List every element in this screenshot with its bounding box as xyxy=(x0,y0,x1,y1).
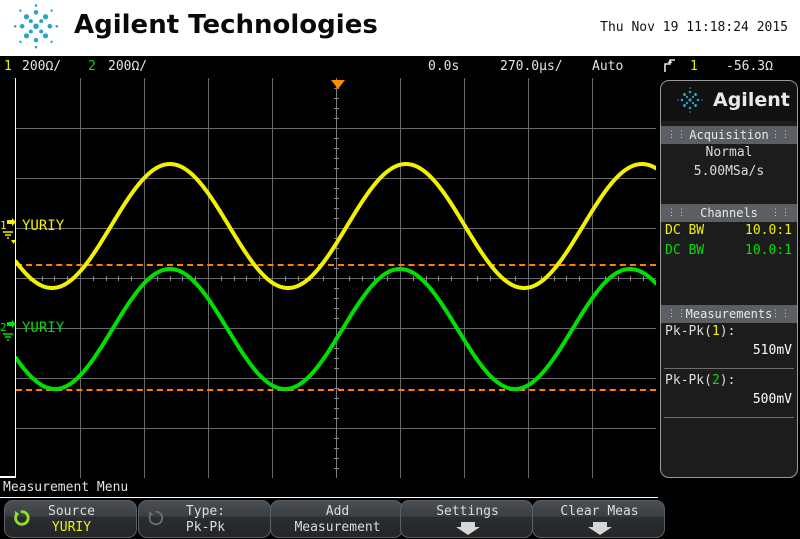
status-trigger-mode[interactable]: Auto xyxy=(592,59,623,74)
softkey-settings[interactable]: Settings xyxy=(400,500,533,538)
ch2-ground-marker-icon[interactable]: 2 xyxy=(0,320,16,346)
waveform-trace-ch2 xyxy=(16,266,656,392)
status-trigger-source[interactable]: 1 xyxy=(690,59,698,74)
brand-banner: Agilent Technologies Thu Nov 19 11:18:24… xyxy=(0,0,800,56)
softkey-label-primary: Source xyxy=(48,504,95,519)
status-ch2-scale[interactable]: 200Ω/ xyxy=(108,59,147,74)
sidebar-brand: Agilent xyxy=(661,81,797,121)
svg-text:2: 2 xyxy=(0,321,7,334)
softkey-clear-meas[interactable]: Clear Meas xyxy=(532,500,665,538)
measurement-2-channel: 2 xyxy=(711,373,720,388)
measurement-1-label-post: ): xyxy=(719,324,736,339)
softkey-label-secondary: Measurement xyxy=(294,520,381,535)
ch2-waveform-label: YURIY xyxy=(22,320,65,336)
graticule[interactable] xyxy=(16,78,656,478)
softkey-label-primary: Clear Meas xyxy=(560,504,639,519)
status-delay[interactable]: 0.0s xyxy=(428,59,459,74)
acquisition-mode: Normal xyxy=(705,145,753,160)
drag-dots-left-icon: ⋮⋮ xyxy=(667,130,687,140)
ch1-waveform-label: YURIY xyxy=(22,218,65,234)
measurement-1-channel: 1 xyxy=(711,324,720,339)
acquisition-section-header[interactable]: ⋮⋮ Acquisition ⋮⋮ xyxy=(661,126,797,144)
measurement-item[interactable]: Pk-Pk(1): 510mV xyxy=(661,324,797,366)
drag-dots-left-icon: ⋮⋮ xyxy=(667,208,687,218)
status-timebase[interactable]: 270.0µs/ xyxy=(500,59,563,74)
measurement-2-label-pre: Pk-Pk( xyxy=(665,373,712,388)
drag-dots-left-icon: ⋮⋮ xyxy=(667,309,687,319)
softkey-source[interactable]: Source YURIY xyxy=(4,500,137,538)
status-ch1-scale[interactable]: 200Ω/ xyxy=(22,59,61,74)
softkey-label-primary: Add xyxy=(325,504,350,519)
measurement-2-label-post: ): xyxy=(719,373,736,388)
measurement-2-value: 500mV xyxy=(752,392,792,407)
drag-dots-right-icon: ⋮⋮ xyxy=(771,309,791,319)
channel-row[interactable]: DC BW 10.0:1 xyxy=(661,223,797,243)
agilent-starburst-icon xyxy=(13,4,59,49)
status-trigger-level[interactable]: -56.3Ω xyxy=(726,59,773,74)
ch1-ground-marker-icon[interactable]: 1 xyxy=(0,218,16,244)
channels-section-header[interactable]: ⋮⋮ Channels ⋮⋮ xyxy=(661,204,797,222)
trigger-position-marker-icon[interactable] xyxy=(331,80,345,89)
page-title: Agilent Technologies xyxy=(74,10,378,40)
status-ch2-number[interactable]: 2 xyxy=(88,59,96,74)
menu-title-divider xyxy=(0,497,658,498)
measurements-header-label: Measurements xyxy=(685,307,773,321)
measurement-1-label: Pk-Pk(1): xyxy=(665,324,735,339)
channels-header-label: Channels xyxy=(700,206,758,220)
drag-dots-right-icon: ⋮⋮ xyxy=(771,130,791,140)
measurement-1-label-pre: Pk-Pk( xyxy=(665,324,712,339)
measurement-item[interactable]: Pk-Pk(2): 500mV xyxy=(661,373,797,415)
ch1-coupling: DC BW xyxy=(665,223,705,238)
measurement-1-value: 510mV xyxy=(752,343,792,358)
measurements-section-header[interactable]: ⋮⋮ Measurements ⋮⋮ xyxy=(661,305,797,323)
status-ch1-number[interactable]: 1 xyxy=(4,59,12,74)
acquisition-sample-rate: 5.00MSa/s xyxy=(693,164,765,179)
chevron-down-icon xyxy=(456,522,480,535)
trigger-edge-rising-icon xyxy=(664,59,675,72)
svg-text:1: 1 xyxy=(0,219,7,232)
softkey-type[interactable]: Type: Pk-Pk xyxy=(138,500,271,538)
measurement-divider xyxy=(664,417,794,418)
agilent-starburst-icon xyxy=(677,87,703,113)
waveform-trace-ch1 xyxy=(16,161,656,291)
chevron-down-icon xyxy=(588,522,612,535)
ch2-probe-ratio: 10.0:1 xyxy=(745,243,792,258)
menu-title: Measurement Menu xyxy=(3,480,129,495)
softkey-label-secondary: YURIY xyxy=(51,520,92,535)
softkey-add[interactable]: Add Measurement xyxy=(270,500,403,538)
info-sidebar: Agilent ⋮⋮ Acquisition ⋮⋮ Normal 5.00MSa… xyxy=(660,80,798,478)
waveform-layer xyxy=(16,161,656,392)
acquisition-header-label: Acquisition xyxy=(689,128,769,142)
measurement-2-label: Pk-Pk(2): xyxy=(665,373,735,388)
datetime-display: Thu Nov 19 11:18:24 2015 xyxy=(600,20,788,35)
ch1-probe-ratio: 10.0:1 xyxy=(745,223,792,238)
measurement-divider xyxy=(664,368,794,369)
softkey-label-primary: Settings xyxy=(436,504,499,519)
softkey-menu: Measurement Menu Source YURIY Type: Pk-Pk Ad… xyxy=(0,478,800,539)
softkey-label-secondary: Pk-Pk xyxy=(185,520,226,535)
drag-dots-right-icon: ⋮⋮ xyxy=(771,208,791,218)
channel-row[interactable]: DC BW 10.0:1 xyxy=(661,243,797,263)
softkey-label-primary: Type: xyxy=(185,504,226,519)
status-bar: 1 200Ω/ 2 200Ω/ 0.0s 270.0µs/ Auto 1 -56… xyxy=(0,56,800,78)
sidebar-brand-label: Agilent xyxy=(713,89,790,111)
ch2-coupling: DC BW xyxy=(665,243,705,258)
